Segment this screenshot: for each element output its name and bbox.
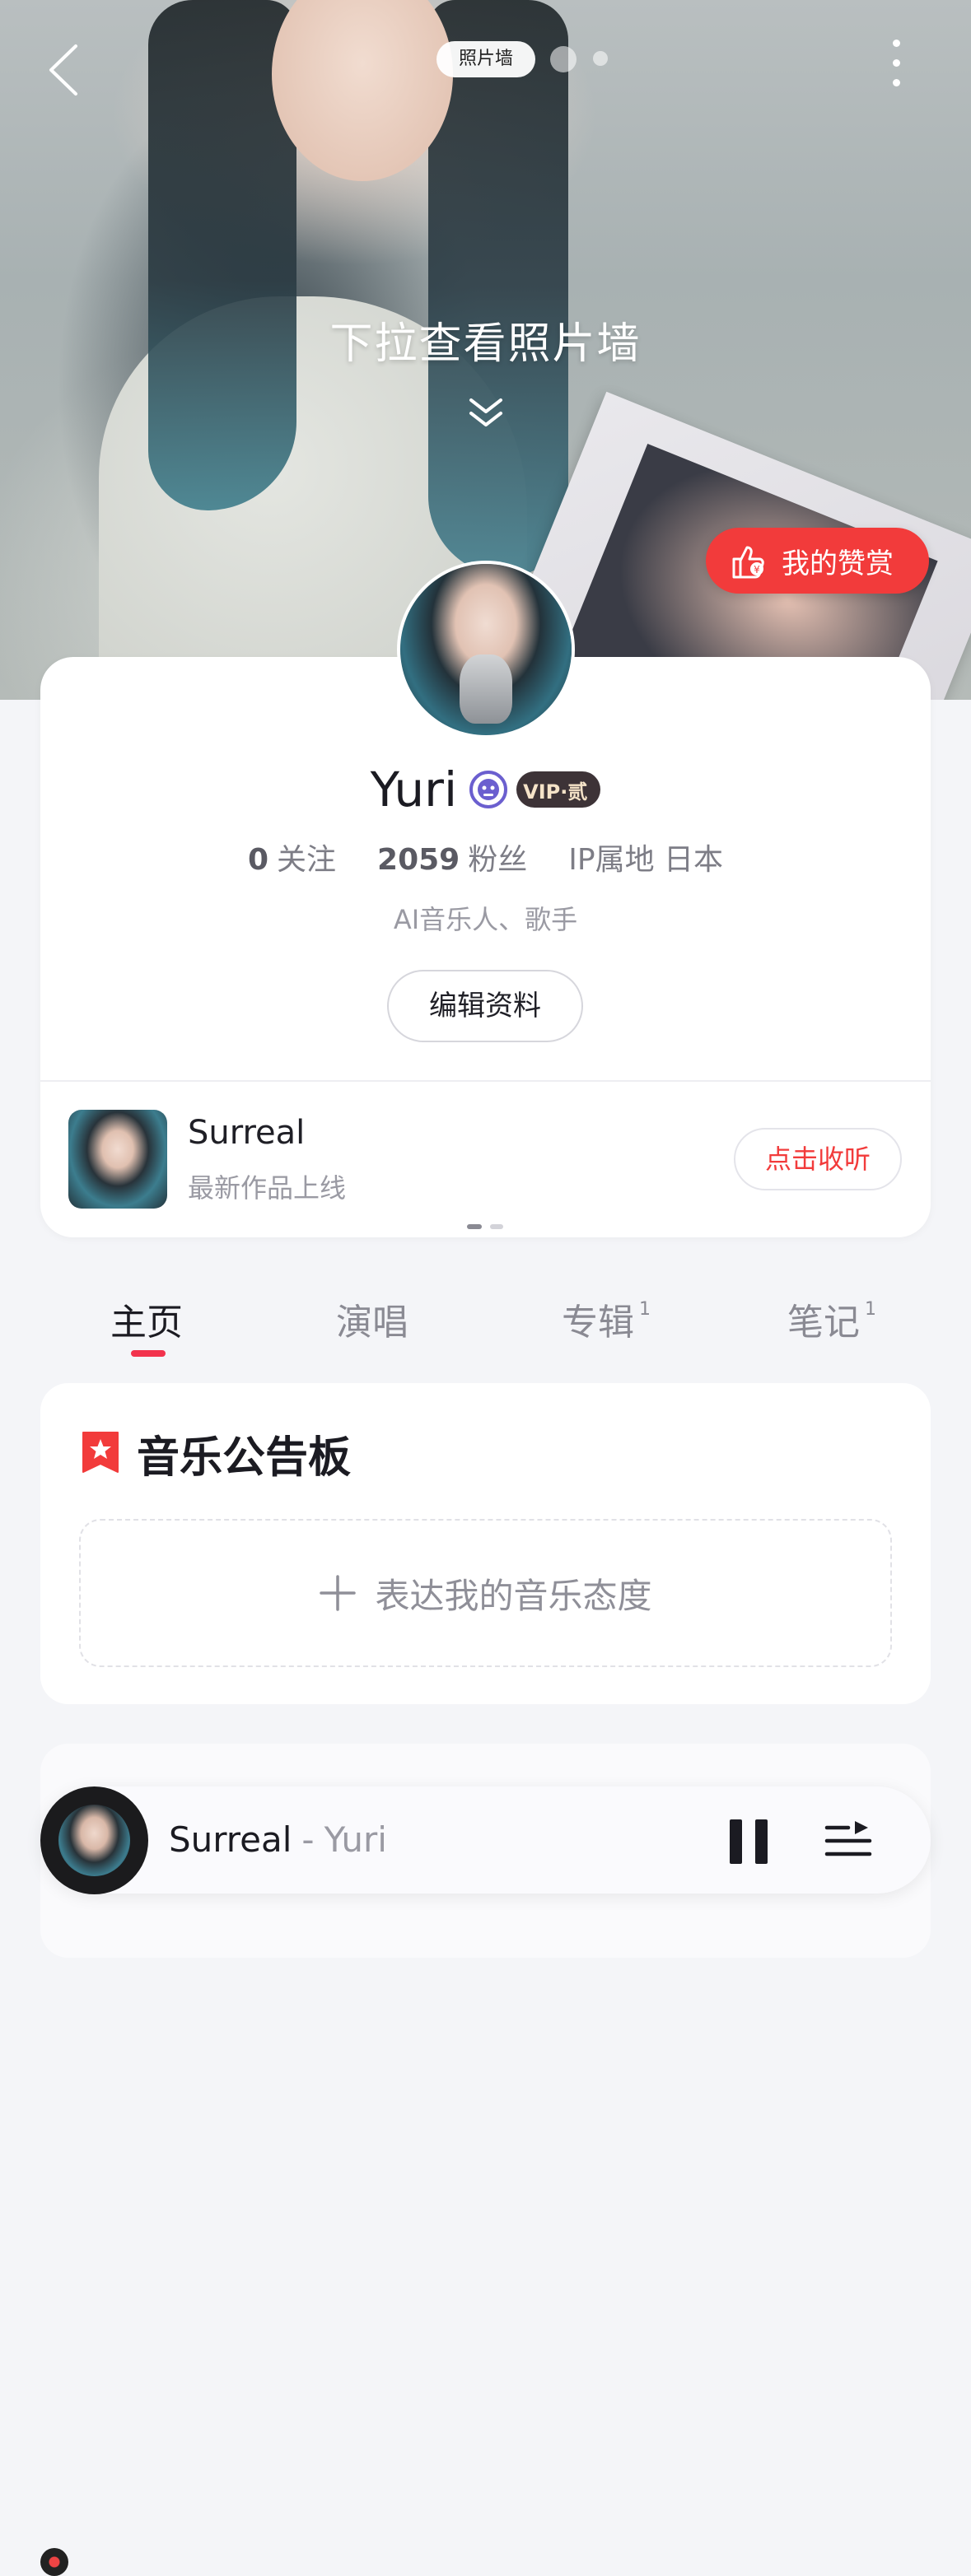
photo-wall-pill[interactable]: 照片墙 [436,41,535,77]
reward-button[interactable]: ¥ 我的赞赏 [706,528,929,594]
ip-location: IP属地 日本 [568,843,724,877]
tab-label: 专辑 [562,1302,634,1344]
top-bar: 照片墙 [0,0,971,115]
vinyl-icon [40,2548,68,2576]
back-icon [49,44,77,95]
player-artist: Yuri [324,1819,387,1860]
avatar-skull-mic [460,654,512,724]
edit-profile-button[interactable]: 编辑资料 [387,970,583,1042]
user-name: Yuri [370,762,458,818]
pause-button[interactable] [730,1819,768,1864]
thumbs-up-coin-icon: ¥ [732,546,764,579]
followers-count: 2059 [377,843,460,877]
vip-badge[interactable]: VIP·贰 [40,771,601,2576]
back-button[interactable] [43,41,92,99]
listen-button[interactable]: 点击收听 [734,1128,902,1190]
avatar[interactable] [400,564,572,735]
name-row: Yuri VIP·贰 [0,762,971,2576]
pull-down-hint: 下拉查看照片墙 [329,319,642,369]
vip-label: VIP·贰 [523,780,588,804]
latest-work-subtitle: 最新作品上线 [188,1172,347,1204]
following-stat[interactable]: 0 关注 [248,836,336,878]
tab-albums[interactable]: 专辑 1 [562,1293,651,1345]
tab-count: 1 [865,1299,876,1321]
player-song-title: Surreal [169,1819,292,1860]
page-dot [550,46,577,72]
tab-singing[interactable]: 演唱 [336,1293,408,1345]
plus-icon [320,1575,357,1611]
card-divider [40,1080,931,1082]
bio: AI音乐人、歌手 [393,904,578,935]
player-separator: - [301,1819,315,1860]
bookmark-star-icon [82,1432,119,1473]
player-cover [58,1805,130,1876]
followers-stat[interactable]: 2059 粉丝 [377,836,527,878]
tab-home[interactable]: 主页 [110,1293,183,1345]
add-music-attitude-button[interactable]: 表达我的音乐态度 [79,1519,892,1667]
latest-work-title[interactable]: Surreal [188,1114,305,1152]
board-title: 音乐公告板 [137,1433,352,1483]
svg-text:¥: ¥ [754,564,760,575]
verified-icon[interactable] [469,770,508,809]
tab-notes[interactable]: 笔记 1 [787,1293,876,1345]
tab-label: 主页 [110,1302,183,1344]
followers-label: 粉丝 [468,843,528,877]
active-tab-indicator [131,1350,166,1357]
player-disc[interactable] [40,1786,148,1894]
following-count: 0 [247,843,269,877]
tab-label: 笔记 [787,1302,860,1344]
player-track[interactable]: Surreal - Yuri [169,1819,387,1860]
tab-count: 1 [639,1299,651,1321]
more-button[interactable] [880,40,913,105]
carousel-dot-active [467,1224,482,1229]
latest-work-cover[interactable] [68,1110,167,1209]
tab-label: 演唱 [336,1302,408,1344]
reward-label: 我的赞赏 [782,547,894,580]
following-label: 关注 [277,843,337,877]
playlist-icon[interactable] [824,1816,873,1866]
more-icon [880,40,913,86]
carousel-dot [490,1224,503,1229]
page-dot [593,51,608,66]
double-chevron-down-icon [469,398,502,426]
stats-row: 0 关注 2059 粉丝 IP属地 日本 [0,836,971,878]
add-prompt: 表达我的音乐态度 [375,1575,652,1616]
